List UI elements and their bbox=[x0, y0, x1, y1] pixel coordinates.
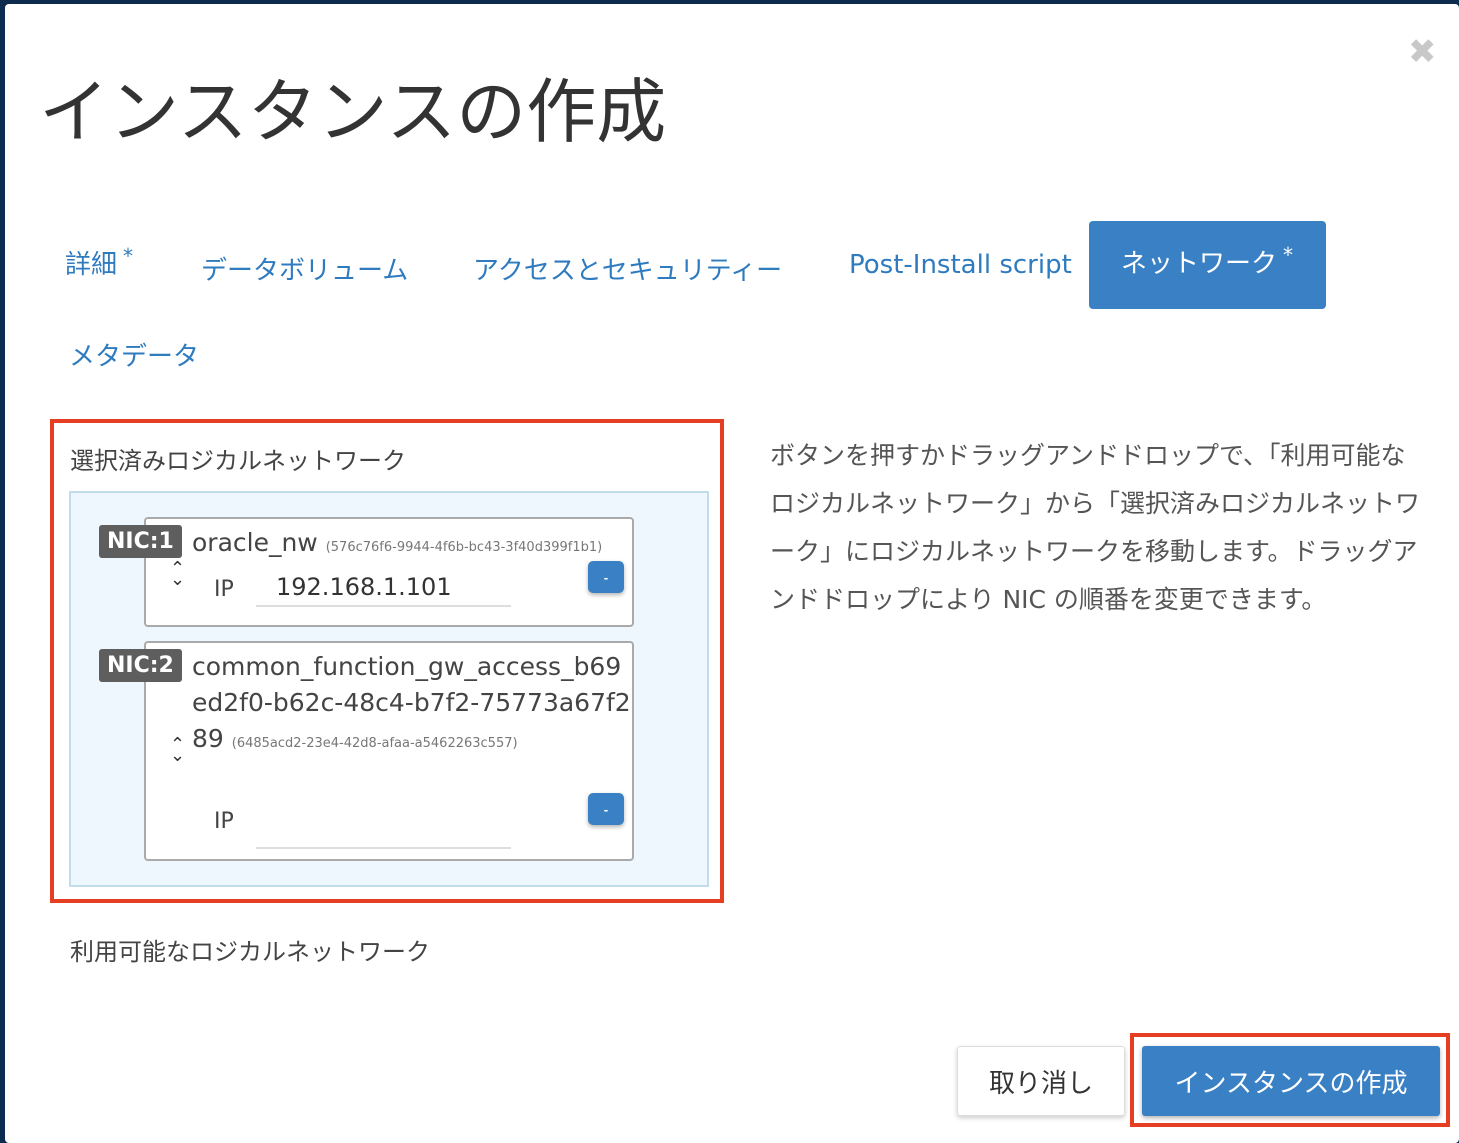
ip-label: IP bbox=[214, 577, 234, 602]
help-text: ボタンを押すかドラッグアンドドロップで、「利用可能なロジカルネットワーク」から「… bbox=[770, 441, 1421, 614]
tab-post-install-script[interactable]: Post-Install script bbox=[849, 250, 1072, 280]
drag-sort-icon[interactable]: ⌃ ⌄ bbox=[170, 560, 185, 589]
nic-badge: NIC:2 bbox=[99, 649, 182, 682]
selected-networks-droplist[interactable]: ⌃ ⌄ oracle_nw (576c76f6-9944-4f6b-bc43-3f… bbox=[69, 491, 709, 887]
drag-sort-icon[interactable]: ⌃ ⌄ bbox=[170, 736, 185, 765]
tab-details[interactable]: 詳細 * bbox=[65, 244, 133, 281]
nic-item[interactable]: ⌃ ⌄ common_function_gw_access_b69ed2f0-b6… bbox=[144, 641, 634, 861]
nic-badge: NIC:1 bbox=[99, 525, 182, 558]
selected-networks-label: 選択済みロジカルネットワーク bbox=[70, 447, 406, 475]
ip-label: IP bbox=[214, 809, 234, 834]
create-instance-modal: ✖ インスタンスの作成 詳細 * データボリューム アクセスとセキュリティー Po… bbox=[5, 4, 1459, 1143]
required-mark: * bbox=[1283, 243, 1294, 268]
tab-metadata[interactable]: メタデータ bbox=[69, 336, 199, 373]
cancel-button[interactable]: 取り消し bbox=[957, 1046, 1125, 1116]
available-networks-label: 利用可能なロジカルネットワーク bbox=[70, 938, 430, 966]
remove-nic-button[interactable]: - bbox=[588, 793, 624, 825]
network-id: (6485acd2-23e4-42d8-afaa-a5462263c557) bbox=[231, 736, 518, 751]
selected-networks-panel: 選択済みロジカルネットワーク ⌃ ⌄ oracle_nw (576c76f6-99… bbox=[50, 419, 724, 903]
create-instance-button[interactable]: インスタンスの作成 bbox=[1142, 1046, 1440, 1116]
tab-data-volume[interactable]: データボリューム bbox=[201, 250, 408, 287]
tab-access-security[interactable]: アクセスとセキュリティー bbox=[473, 250, 782, 287]
network-id: (576c76f6-9944-4f6b-bc43-3f40d399f1b1) bbox=[325, 540, 603, 555]
ip-input[interactable] bbox=[256, 569, 511, 607]
tab-label: ネットワーク bbox=[1121, 249, 1278, 279]
ip-input[interactable] bbox=[256, 811, 511, 849]
modal-title: インスタンスの作成 bbox=[39, 71, 667, 153]
tab-network[interactable]: ネットワーク * bbox=[1089, 221, 1326, 309]
remove-nic-button[interactable]: - bbox=[588, 561, 624, 593]
tab-label: 詳細 bbox=[65, 250, 118, 280]
nic-item[interactable]: ⌃ ⌄ oracle_nw (576c76f6-9944-4f6b-bc43-3f… bbox=[144, 517, 634, 627]
required-mark: * bbox=[123, 244, 134, 269]
close-icon[interactable]: ✖ bbox=[1408, 32, 1437, 72]
create-button-highlight: インスタンスの作成 bbox=[1130, 1033, 1450, 1127]
network-name: oracle_nw bbox=[192, 528, 318, 557]
